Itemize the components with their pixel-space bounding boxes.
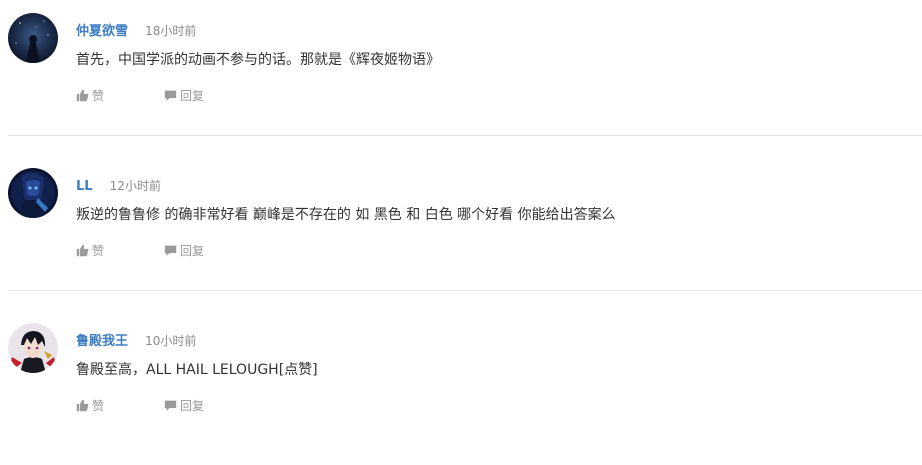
username[interactable]: LL <box>76 179 93 194</box>
comment-meta: LL 12小时前 <box>76 176 161 194</box>
comment-text: 叛逆的鲁鲁修 的确非常好看 巅峰是不存在的 如 黑色 和 白色 哪个好看 你能给… <box>76 207 616 223</box>
speech-bubble-icon <box>164 90 177 101</box>
comment-item: 鲁殿我王 10小时前 鲁殿至高，ALL HAIL LELOUGH[点赞] 赞 回… <box>0 310 922 465</box>
reply-button[interactable]: 回复 <box>164 88 204 104</box>
thumbs-up-icon <box>76 399 89 412</box>
speech-bubble-icon <box>164 400 177 411</box>
reply-label: 回复 <box>180 399 205 413</box>
comment-item: 仲夏欲雪 18小时前 首先，中国学派的动画不参与的话。那就是《辉夜姬物语》 赞 … <box>0 0 922 155</box>
like-label: 赞 <box>92 399 105 413</box>
timestamp: 10小时前 <box>145 334 197 348</box>
username[interactable]: 鲁殿我王 <box>76 334 128 349</box>
comment-meta: 鲁殿我王 10小时前 <box>76 331 196 349</box>
like-button[interactable]: 赞 <box>76 398 104 414</box>
comment-meta: 仲夏欲雪 18小时前 <box>76 21 196 39</box>
divider <box>8 290 922 291</box>
divider <box>8 135 922 136</box>
avatar-anime-blue-icon <box>8 168 58 218</box>
speech-bubble-icon <box>164 245 177 256</box>
avatar[interactable] <box>8 168 58 218</box>
like-label: 赞 <box>92 244 105 258</box>
avatar[interactable] <box>8 323 58 373</box>
like-button[interactable]: 赞 <box>76 88 104 104</box>
reply-label: 回复 <box>180 89 205 103</box>
thumbs-up-icon <box>76 89 89 102</box>
timestamp: 18小时前 <box>145 24 197 38</box>
comment-item: LL 12小时前 叛逆的鲁鲁修 的确非常好看 巅峰是不存在的 如 黑色 和 白色… <box>0 155 922 310</box>
comment-text: 鲁殿至高，ALL HAIL LELOUGH[点赞] <box>76 362 318 378</box>
reply-label: 回复 <box>180 244 205 258</box>
like-button[interactable]: 赞 <box>76 243 104 259</box>
like-label: 赞 <box>92 89 105 103</box>
thumbs-up-icon <box>76 244 89 257</box>
avatar-lelouch-icon <box>8 323 58 373</box>
reply-button[interactable]: 回复 <box>164 243 204 259</box>
username[interactable]: 仲夏欲雪 <box>76 24 128 39</box>
timestamp: 12小时前 <box>109 179 161 193</box>
reply-button[interactable]: 回复 <box>164 398 204 414</box>
avatar-night-sky-icon <box>8 13 58 63</box>
avatar[interactable] <box>8 13 58 63</box>
comment-text: 首先，中国学派的动画不参与的话。那就是《辉夜姬物语》 <box>76 52 440 68</box>
